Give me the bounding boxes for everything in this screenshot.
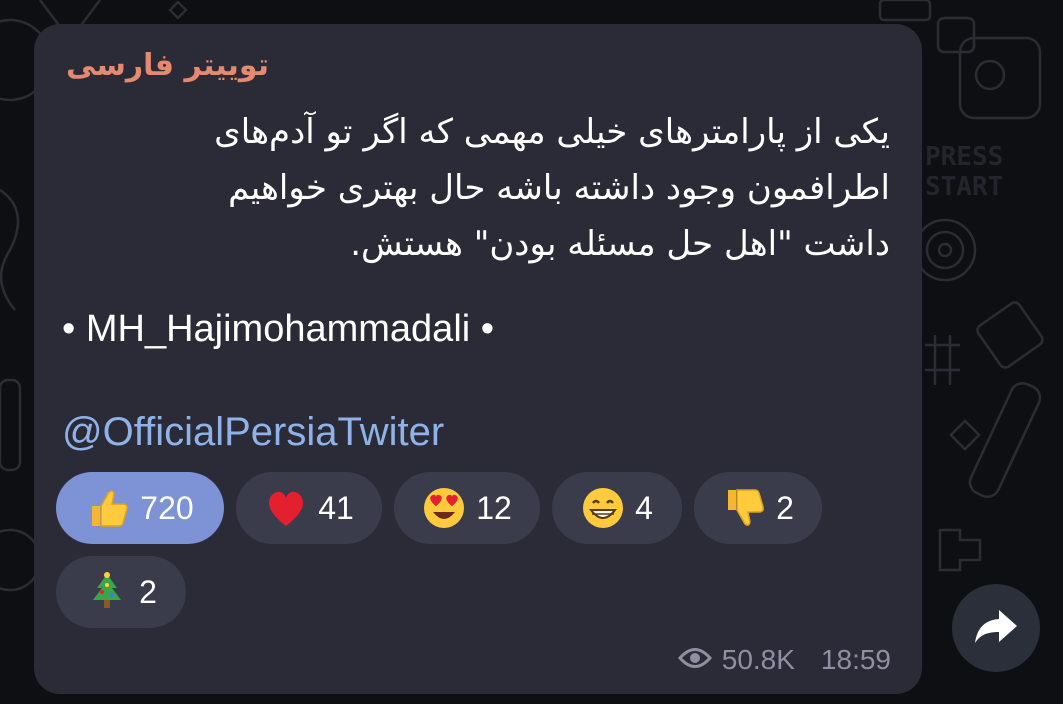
message-time: 18:59 xyxy=(820,644,891,675)
share-arrow-icon xyxy=(973,606,1019,650)
message-meta: 50.8K 18:59 xyxy=(677,644,891,676)
reaction-count: 41 xyxy=(318,489,354,526)
view-count: 50.8K xyxy=(721,644,795,675)
svg-text:PRESS: PRESS xyxy=(925,142,1003,172)
message-text: یکی از پارامترهای خیلی مهمی که اگر تو آد… xyxy=(66,104,890,272)
reaction-count: 4 xyxy=(635,489,653,526)
author-line: • MH_Hajimohammadali • xyxy=(62,308,495,350)
message-text-line: اطرافمون وجود داشته باشه حال بهتری خواهی… xyxy=(228,168,890,208)
heart-eyes-icon xyxy=(422,486,466,530)
reaction-thumbs-up[interactable]: 720 xyxy=(56,472,224,544)
christmas-tree-icon xyxy=(85,570,129,614)
thumbs-up-icon xyxy=(86,486,130,530)
reaction-christmas-tree[interactable]: 2 xyxy=(56,556,186,628)
channel-link[interactable]: @OfficialPersiaTwiter xyxy=(62,410,444,455)
svg-text:START: START xyxy=(925,172,1003,202)
reaction-thumbs-down[interactable]: 2 xyxy=(694,472,822,544)
sender-name[interactable]: توییتر فارسی xyxy=(66,48,269,83)
reaction-grin[interactable]: 4 xyxy=(552,472,682,544)
eye-icon xyxy=(677,644,712,676)
message-text-line: یکی از پارامترهای خیلی مهمی که اگر تو آد… xyxy=(214,112,890,152)
reaction-count: 2 xyxy=(776,489,794,526)
share-button[interactable] xyxy=(952,584,1040,672)
grin-icon xyxy=(581,486,625,530)
message-text-line: داشت "اهل حل مسئله بودن" هستش. xyxy=(350,224,890,264)
heart-icon xyxy=(264,486,308,530)
reaction-heart-eyes[interactable]: 12 xyxy=(394,472,540,544)
reaction-heart[interactable]: 41 xyxy=(236,472,382,544)
thumbs-down-icon xyxy=(722,486,766,530)
reaction-count: 2 xyxy=(139,573,157,610)
reaction-count: 720 xyxy=(140,489,194,526)
reaction-count: 12 xyxy=(476,489,512,526)
